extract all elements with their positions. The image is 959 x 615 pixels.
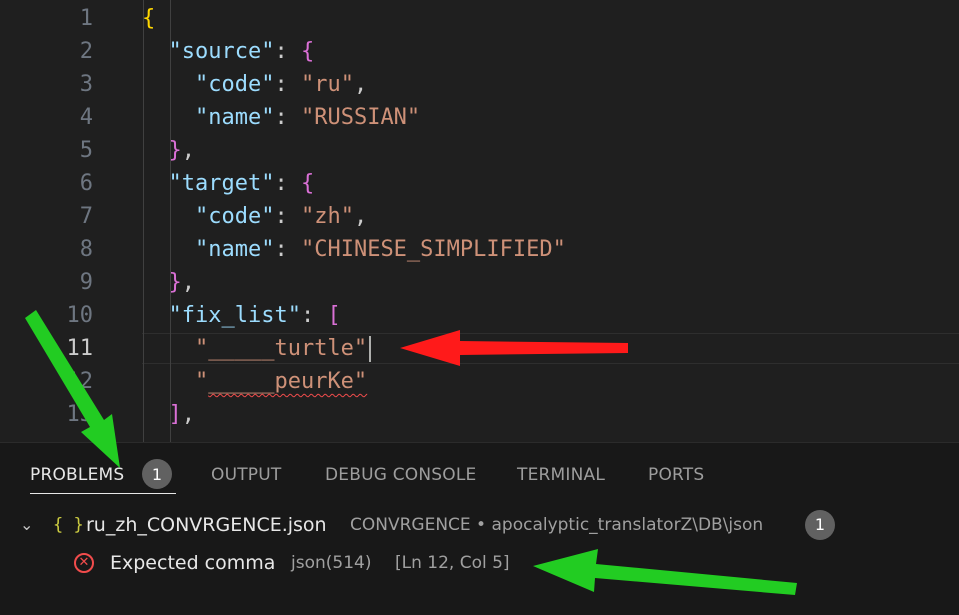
code-token: " bbox=[194, 369, 209, 394]
code-token: , bbox=[353, 204, 368, 229]
tab-output[interactable]: OUTPUT bbox=[211, 463, 282, 487]
code-token: , bbox=[353, 72, 368, 97]
code-token: "name" bbox=[194, 237, 275, 262]
code-token: : bbox=[274, 39, 301, 64]
code-token: "source" bbox=[168, 39, 275, 64]
code-token: , bbox=[181, 402, 195, 427]
code-text: "_____turtle" bbox=[142, 332, 372, 365]
line-number: 7 bbox=[79, 204, 93, 229]
code-text: "target": { bbox=[142, 167, 315, 200]
problem-source: json(514) bbox=[291, 553, 372, 573]
problem-message: Expected comma bbox=[110, 552, 276, 574]
bottom-panel: PROBLEMS 1 OUTPUT DEBUG CONSOLE TERMINAL… bbox=[0, 442, 959, 615]
problem-file-path: CONVRGENCE • apocalyptic_translatorZ\DB\… bbox=[350, 515, 764, 535]
code-text: }, bbox=[142, 134, 196, 167]
code-token: "name" bbox=[194, 105, 275, 130]
line-number: 3 bbox=[79, 72, 93, 97]
code-editor[interactable]: 1{2 "source": {3 "code": "ru", 4 "name": … bbox=[0, 0, 959, 442]
code-token: [ bbox=[327, 303, 341, 328]
code-token: : bbox=[300, 303, 328, 328]
problem-file-name: ru_zh_CONVRGENCE.json bbox=[86, 514, 327, 536]
line-number: 8 bbox=[79, 237, 93, 262]
code-text: ], bbox=[142, 398, 196, 431]
code-token: "code" bbox=[194, 72, 275, 97]
problems-count-badge: 1 bbox=[142, 459, 172, 489]
problem-file-row[interactable]: ⌄ { } ru_zh_CONVRGENCE.json CONVRGENCE •… bbox=[0, 507, 959, 543]
code-token: "RUSSIAN" bbox=[300, 105, 421, 130]
line-number: 6 bbox=[79, 171, 93, 196]
code-token: "ru" bbox=[300, 72, 354, 97]
line-number: 13 bbox=[66, 402, 94, 427]
line-number: 11 bbox=[66, 336, 94, 361]
json-file-icon: { } bbox=[53, 515, 84, 535]
tab-debug-console[interactable]: DEBUG CONSOLE bbox=[325, 463, 476, 487]
tab-terminal[interactable]: TERMINAL bbox=[517, 463, 605, 487]
code-token: , bbox=[181, 270, 195, 295]
code-token: : bbox=[274, 204, 301, 229]
indent-guide bbox=[143, 0, 144, 442]
code-text: }, bbox=[142, 266, 196, 299]
code-text: "code": "zh", bbox=[142, 200, 367, 233]
code-token: { bbox=[300, 39, 315, 64]
chevron-down-icon[interactable]: ⌄ bbox=[20, 507, 33, 543]
line-number: 9 bbox=[79, 270, 93, 295]
code-token: : bbox=[274, 72, 301, 97]
line-number: 1 bbox=[79, 6, 93, 31]
tab-ports[interactable]: PORTS bbox=[648, 463, 704, 487]
code-token: : bbox=[274, 237, 301, 262]
code-text: "source": { bbox=[142, 35, 315, 68]
line-number: 12 bbox=[66, 369, 94, 394]
problem-item[interactable]: ✕ Expected comma json(514) [Ln 12, Col 5… bbox=[0, 545, 959, 581]
panel-tabs: PROBLEMS 1 OUTPUT DEBUG CONSOLE TERMINAL… bbox=[0, 443, 959, 503]
problem-location: [Ln 12, Col 5] bbox=[395, 553, 510, 573]
code-token: , bbox=[181, 138, 195, 163]
code-token: : bbox=[274, 105, 301, 130]
file-problem-count-badge: 1 bbox=[805, 510, 835, 540]
error-token: _____peurKe" bbox=[208, 369, 368, 394]
code-token: "target" bbox=[168, 171, 275, 196]
code-token: "zh" bbox=[300, 204, 354, 229]
code-text: "code": "ru", bbox=[142, 68, 367, 101]
tab-problems[interactable]: PROBLEMS bbox=[30, 463, 177, 494]
line-number: 5 bbox=[79, 138, 93, 163]
line-number: 4 bbox=[79, 105, 93, 130]
line-number: 2 bbox=[79, 39, 93, 64]
code-token: "_____turtle" bbox=[194, 336, 368, 361]
line-number: 10 bbox=[66, 303, 94, 328]
code-token: { bbox=[300, 171, 315, 196]
text-cursor bbox=[369, 336, 372, 362]
code-token: "CHINESE_SIMPLIFIED" bbox=[300, 237, 566, 262]
error-icon: ✕ bbox=[74, 553, 94, 573]
code-text: "fix_list": [ bbox=[142, 299, 341, 332]
code-token: "fix_list" bbox=[168, 303, 301, 328]
code-text: "name": "CHINESE_SIMPLIFIED" bbox=[142, 233, 566, 266]
indent-guide bbox=[170, 0, 171, 442]
code-text: "_____peurKe" bbox=[142, 365, 367, 398]
code-token: : bbox=[274, 171, 301, 196]
code-text: "name": "RUSSIAN" bbox=[142, 101, 420, 134]
code-token: "code" bbox=[194, 204, 275, 229]
